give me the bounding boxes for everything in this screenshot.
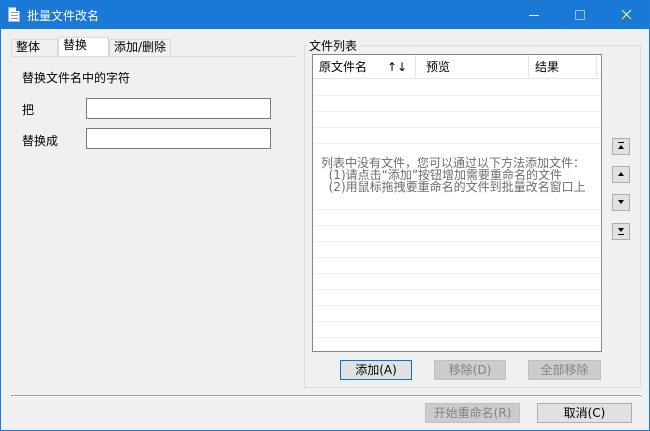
footer-separator: [11, 395, 641, 397]
column-preview[interactable]: 预览: [420, 55, 529, 79]
move-down-icon: [618, 200, 624, 204]
move-up-icon: [618, 172, 624, 176]
file-list-header: 原文件名 ↑↓ 预览 结果: [313, 55, 601, 79]
replace-from-label: 把: [22, 103, 35, 117]
replace-to-input[interactable]: [86, 128, 271, 149]
tab-panel-border: [11, 56, 295, 59]
remove-button[interactable]: 移除(D): [434, 360, 506, 380]
minimize-button[interactable]: [511, 1, 557, 29]
tab-replace[interactable]: 替换: [58, 37, 109, 57]
move-to-bottom-button[interactable]: [612, 223, 630, 240]
column-original-name[interactable]: 原文件名 ↑↓: [313, 55, 416, 79]
remove-all-button[interactable]: 全部移除: [528, 360, 601, 380]
column-original-name-label: 原文件名: [319, 60, 368, 74]
document-icon: [8, 7, 20, 22]
empty-list-message-line3: (2)用鼠标拖拽要重命名的文件到批量改名窗口上: [321, 180, 586, 194]
file-list[interactable]: 原文件名 ↑↓ 预览 结果 列表中没有文件，您可以通过以下方法添加文件： (1)…: [312, 54, 602, 352]
cancel-button[interactable]: 取消(C): [537, 403, 632, 423]
sort-arrows-icon[interactable]: ↑↓: [387, 55, 407, 79]
replace-section-label: 替换文件名中的字符: [22, 71, 131, 85]
maximize-button[interactable]: [557, 1, 603, 29]
column-result[interactable]: 结果: [529, 55, 597, 79]
start-rename-button[interactable]: 开始重命名(R): [425, 403, 520, 423]
minimize-icon: [529, 15, 539, 16]
move-to-top-button[interactable]: [612, 138, 630, 155]
move-up-button[interactable]: [612, 166, 630, 183]
maximize-icon: [575, 10, 585, 20]
close-button[interactable]: [603, 1, 649, 29]
move-bottom-icon: [618, 228, 624, 232]
replace-to-label: 替换成: [22, 134, 59, 148]
replace-from-input[interactable]: [86, 98, 271, 119]
tab-overall[interactable]: 整体: [11, 39, 58, 56]
tab-add-delete[interactable]: 添加/删除: [109, 39, 171, 56]
window-title: 批量文件改名: [27, 9, 100, 23]
batch-rename-window: 批量文件改名 整体 替换 添加/删除 替换文件名中的字符 把 替换成 文件列表 …: [0, 0, 650, 431]
add-button[interactable]: 添加(A): [340, 360, 412, 380]
move-down-button[interactable]: [612, 194, 630, 211]
move-top-icon: [618, 145, 624, 149]
title-bar[interactable]: 批量文件改名: [1, 1, 649, 29]
file-list-group-title: 文件列表: [307, 37, 360, 54]
